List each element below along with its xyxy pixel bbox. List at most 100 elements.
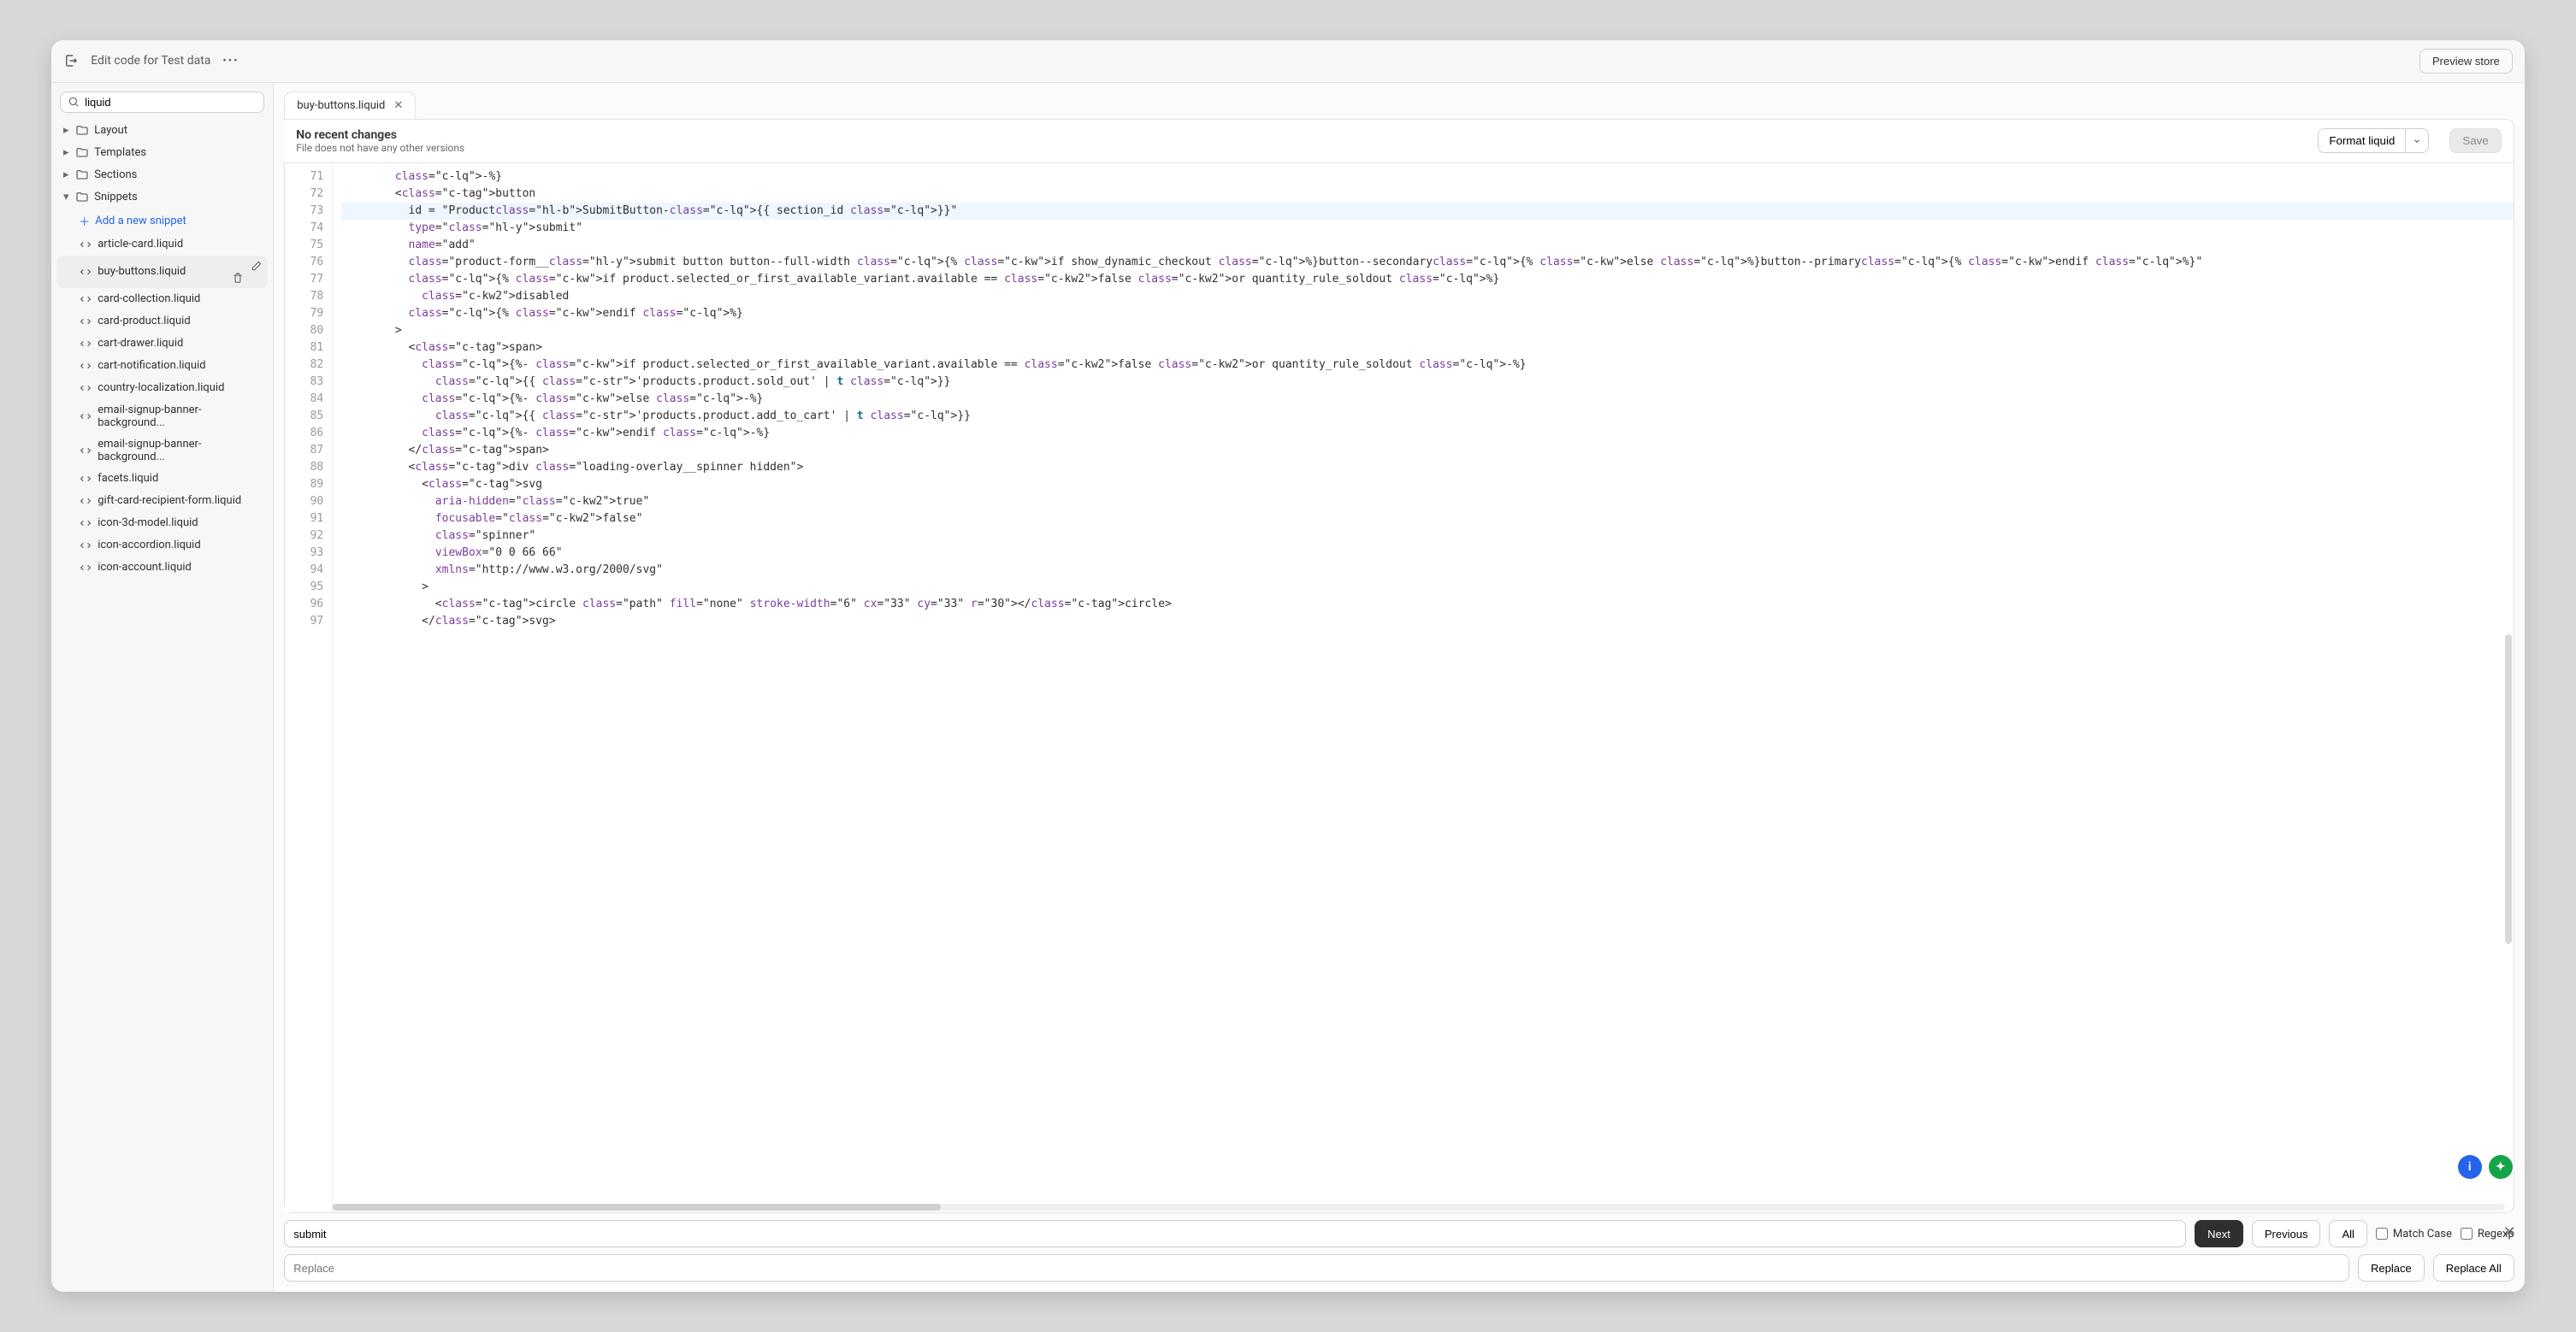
- format-liquid-button[interactable]: Format liquid: [2318, 128, 2405, 153]
- file-item[interactable]: buy-buttons.liquid: [56, 256, 268, 288]
- vertical-scrollbar[interactable]: [2505, 170, 2512, 1203]
- chevron-right-icon: ▸: [62, 124, 70, 137]
- code-file-icon: [79, 516, 92, 530]
- file-tree: ▸ Layout ▸ Templates ▸ Sections ▾ Snippets ＋ Ad…: [51, 118, 273, 1293]
- app-window: Edit code for Test data ••• Preview stor…: [51, 40, 2525, 1293]
- file-item[interactable]: gift-card-recipient-form.liquid: [56, 490, 268, 512]
- match-case-checkbox[interactable]: Match Case: [2376, 1228, 2452, 1241]
- search-icon: [68, 96, 80, 108]
- replace-input[interactable]: [284, 1254, 2349, 1282]
- match-case-input[interactable]: [2376, 1228, 2388, 1240]
- file-label: gift-card-recipient-form.liquid: [97, 494, 241, 507]
- rename-icon[interactable]: [251, 260, 263, 284]
- horizontal-scrollbar[interactable]: [333, 1204, 2505, 1211]
- replace-all-button[interactable]: Replace All: [2433, 1254, 2514, 1282]
- plus-icon: ＋: [79, 213, 90, 229]
- folder-label: Sections: [94, 168, 137, 181]
- file-label: cart-notification.liquid: [97, 359, 205, 372]
- file-item[interactable]: icon-account.liquid: [56, 557, 268, 579]
- file-label: icon-3d-model.liquid: [97, 516, 198, 529]
- replace-button[interactable]: Replace: [2358, 1254, 2425, 1282]
- file-item[interactable]: facets.liquid: [56, 468, 268, 490]
- file-label: icon-account.liquid: [97, 561, 192, 574]
- folder-sections[interactable]: ▸ Sections: [56, 164, 268, 186]
- sidebar-search-input[interactable]: [85, 96, 257, 109]
- code-file-icon: [79, 444, 92, 457]
- file-label: article-card.liquid: [97, 238, 183, 250]
- code-file-icon: [79, 494, 92, 508]
- file-label: email-signup-banner-background...: [97, 404, 263, 429]
- file-subheader: No recent changes File does not have any…: [284, 119, 2514, 163]
- recent-changes-subtitle: File does not have any other versions: [296, 142, 464, 154]
- find-all-button[interactable]: All: [2329, 1220, 2366, 1247]
- code-file-icon: [79, 265, 92, 279]
- code-file-icon: [79, 315, 92, 328]
- regexp-input[interactable]: [2461, 1228, 2473, 1240]
- exit-icon[interactable]: [63, 53, 79, 68]
- folder-icon: [75, 168, 89, 182]
- chevron-right-icon: ▸: [62, 168, 70, 181]
- find-previous-button[interactable]: Previous: [2252, 1220, 2321, 1247]
- code-editor[interactable]: 7172737475767778798081828384858687888990…: [284, 163, 2514, 1214]
- file-item[interactable]: email-signup-banner-background...: [56, 399, 268, 433]
- file-label: card-collection.liquid: [97, 292, 200, 305]
- folder-icon: [75, 146, 89, 160]
- folder-label: Templates: [94, 146, 146, 159]
- file-item[interactable]: cart-notification.liquid: [56, 355, 268, 377]
- folder-templates[interactable]: ▸ Templates: [56, 142, 268, 164]
- folder-snippets[interactable]: ▾ Snippets: [56, 186, 268, 209]
- code-file-icon: [79, 410, 92, 423]
- assistant-avatars: i ✦: [2458, 1155, 2513, 1179]
- code-file-icon: [79, 337, 92, 351]
- format-liquid-group: Format liquid: [2318, 128, 2429, 153]
- file-item[interactable]: cart-drawer.liquid: [56, 333, 268, 355]
- code-file-icon: [79, 472, 92, 486]
- code-file-icon: [79, 292, 92, 306]
- file-item[interactable]: card-product.liquid: [56, 310, 268, 333]
- file-item[interactable]: country-localization.liquid: [56, 377, 268, 399]
- line-gutter: 7172737475767778798081828384858687888990…: [285, 163, 333, 1213]
- folder-label: Layout: [94, 124, 127, 137]
- preview-store-button[interactable]: Preview store: [2419, 49, 2513, 74]
- file-label: icon-accordion.liquid: [97, 539, 200, 551]
- close-icon[interactable]: ✕: [393, 99, 403, 112]
- avatar-info[interactable]: i: [2458, 1155, 2482, 1179]
- code-content[interactable]: class="c-lq">-%} <class="c-tag">button i…: [333, 163, 2514, 1213]
- find-input[interactable]: [284, 1220, 2186, 1247]
- recent-changes-title: No recent changes: [296, 128, 464, 142]
- save-button[interactable]: Save: [2449, 128, 2501, 153]
- chevron-right-icon: ▸: [62, 146, 70, 159]
- add-snippet-link[interactable]: ＋ Add a new snippet: [56, 209, 268, 233]
- tab-active[interactable]: buy-buttons.liquid ✕: [284, 91, 416, 119]
- folder-icon: [75, 124, 89, 138]
- file-label: email-signup-banner-background...: [97, 438, 263, 463]
- file-item[interactable]: icon-accordion.liquid: [56, 534, 268, 557]
- editor-column: buy-buttons.liquid ✕ No recent changes F…: [274, 83, 2525, 1293]
- trash-icon[interactable]: [232, 260, 244, 284]
- file-item[interactable]: icon-3d-model.liquid: [56, 512, 268, 534]
- find-next-button[interactable]: Next: [2195, 1220, 2243, 1247]
- code-file-icon: [79, 238, 92, 251]
- chevron-down-icon: ▾: [62, 191, 70, 203]
- add-snippet-label: Add a new snippet: [95, 215, 186, 227]
- format-liquid-dropdown[interactable]: [2405, 128, 2429, 153]
- file-item[interactable]: article-card.liquid: [56, 233, 268, 256]
- avatar-bot[interactable]: ✦: [2489, 1155, 2513, 1179]
- file-label: facets.liquid: [97, 472, 158, 485]
- more-icon[interactable]: •••: [222, 55, 239, 68]
- file-item[interactable]: email-signup-banner-background...: [56, 433, 268, 468]
- folder-icon: [75, 191, 89, 204]
- sidebar-search[interactable]: [60, 91, 264, 113]
- code-file-icon: [79, 561, 92, 575]
- close-icon[interactable]: ✕: [2503, 1223, 2516, 1241]
- main-split: ▸ Layout ▸ Templates ▸ Sections ▾ Snippets ＋ Ad…: [51, 82, 2525, 1293]
- file-label: buy-buttons.liquid: [97, 265, 186, 278]
- folder-label: Snippets: [94, 191, 138, 203]
- folder-layout[interactable]: ▸ Layout: [56, 120, 268, 142]
- code-file-icon: [79, 381, 92, 395]
- match-case-label: Match Case: [2393, 1228, 2452, 1241]
- page-title: Edit code for Test data: [91, 54, 210, 68]
- topbar: Edit code for Test data ••• Preview stor…: [51, 40, 2525, 82]
- file-item[interactable]: card-collection.liquid: [56, 288, 268, 310]
- sidebar: ▸ Layout ▸ Templates ▸ Sections ▾ Snippets ＋ Ad…: [51, 83, 274, 1293]
